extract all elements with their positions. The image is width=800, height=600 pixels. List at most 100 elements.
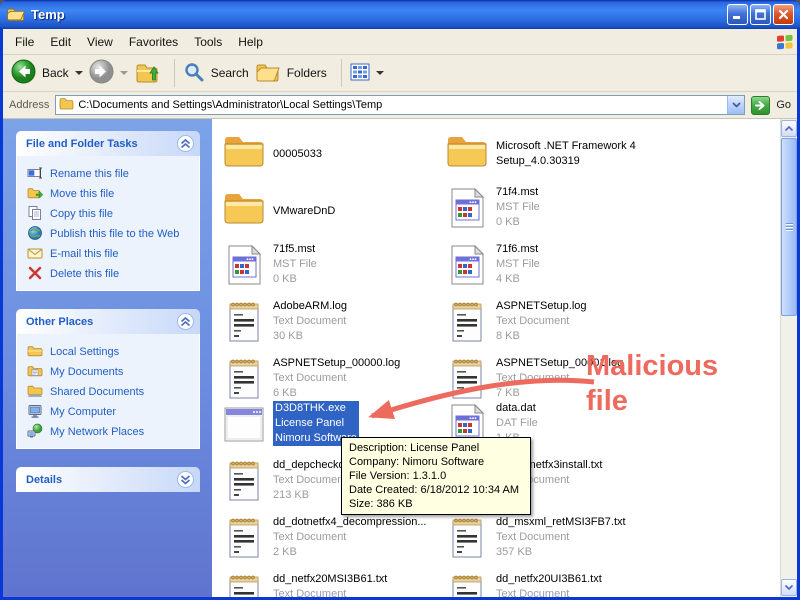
task-link-label: Move this file [50,188,114,200]
task-pane: File and Folder Tasks Rename this file M… [3,119,212,597]
views-button[interactable] [350,62,384,85]
file-type: Text Document [273,371,441,386]
file-size: 4 KB [496,272,664,287]
text-document-icon [221,299,267,345]
window-folder-icon [6,6,26,23]
task-link-delete-this-file[interactable]: Delete this file [27,264,195,284]
panel-header[interactable]: File and Folder Tasks [16,131,200,156]
back-dropdown-icon[interactable] [75,71,83,75]
task-link-label: Publish this file to the Web [50,228,179,240]
file-tile[interactable]: dd_msxml_retMSI3FB7.txtText Document357 … [444,515,666,567]
text-document-icon [444,515,490,561]
task-link-shared-documents[interactable]: Shared Documents [27,382,195,402]
close-button[interactable] [773,4,794,25]
task-link-my-network-places[interactable]: My Network Places [27,422,195,442]
task-link-my-documents[interactable]: My Documents [27,362,195,382]
tooltip-line: File Version: 1.3.1.0 [349,469,523,483]
file-column-right: Microsoft .NET Framework 4 Setup_4.0.303… [444,119,666,597]
file-tile[interactable]: AdobeARM.logText Document30 KB [221,299,443,351]
file-label: AdobeARM.logText Document30 KB [273,299,441,351]
folder-icon [221,128,267,174]
file-info-tooltip: Description: License PanelCompany: Nimor… [341,437,531,515]
file-tile[interactable]: ASPNETSetup.logText Document8 KB [444,299,666,351]
panel-other-places: Other Places Local Settings My Documents… [16,309,200,449]
file-tile[interactable]: 71f5.mstMST File0 KB [221,242,443,294]
my-documents-icon [27,363,43,382]
file-size: 7 KB [496,386,664,401]
email-icon [27,245,43,264]
file-label: dd_msxml_retMSI3FB7.txtText Document357 … [496,515,664,567]
folder-small-icon [27,343,43,362]
file-name: 71f6.mst [496,242,664,257]
search-label: Search [211,66,249,80]
file-size: 8 KB [496,329,664,344]
vertical-scrollbar[interactable] [780,119,797,597]
tooltip-line: Description: License Panel [349,441,523,455]
file-tile[interactable]: 00005033 [221,128,443,180]
file-tile[interactable]: Microsoft .NET Framework 4 Setup_4.0.303… [444,128,666,180]
text-document-icon [444,356,490,402]
task-link-rename-this-file[interactable]: Rename this file [27,164,195,184]
chevron-up-icon[interactable] [177,135,194,152]
folders-button[interactable]: Folders [255,60,327,87]
file-tile[interactable]: dd_netfx20UI3B61.txtText Document [444,572,666,597]
up-button[interactable] [134,59,160,88]
task-link-local-settings[interactable]: Local Settings [27,342,195,362]
chevron-up-icon[interactable] [177,313,194,330]
address-input[interactable]: C:\Documents and Settings\Administrator\… [55,95,745,115]
file-size: 0 KB [273,272,441,287]
menu-item-edit[interactable]: Edit [42,32,79,52]
task-link-publish-this-file-to-the-web[interactable]: Publish this file to the Web [27,224,195,244]
menu-item-help[interactable]: Help [230,32,271,52]
menu-item-file[interactable]: File [7,32,42,52]
forward-dropdown-icon[interactable] [120,71,128,75]
rename-icon [27,165,43,184]
file-tile[interactable]: dd_netfx20MSI3B61.txtText Document [221,572,443,597]
file-tile[interactable]: dd_dotnetfx4_decompression...Text Docume… [221,515,443,567]
menu-item-tools[interactable]: Tools [186,32,230,52]
scroll-up-button[interactable] [781,120,797,137]
toolbar: Back [3,55,797,92]
minimize-button[interactable] [727,4,748,25]
file-label: 71f6.mstMST File4 KB [496,242,664,294]
menu-item-favorites[interactable]: Favorites [121,32,186,52]
windows-logo-icon [775,32,795,52]
forward-icon [89,59,114,87]
task-link-my-computer[interactable]: My Computer [27,402,195,422]
titlebar: Temp [0,0,800,29]
task-link-move-this-file[interactable]: Move this file [27,184,195,204]
views-dropdown-icon[interactable] [376,71,384,75]
content-area: File and Folder Tasks Rename this file M… [3,119,797,597]
window-title: Temp [31,7,65,22]
forward-button[interactable] [89,59,128,87]
explorer-window: Temp FileEditViewFavoritesToolsHelp [0,0,800,600]
text-document-icon [444,572,490,597]
file-tile[interactable]: 71f4.mstMST File0 KB [444,185,666,237]
panel-header[interactable]: Details [16,467,200,492]
file-name: data.dat [496,401,664,416]
maximize-button[interactable] [750,4,771,25]
search-button[interactable]: Search [183,61,249,86]
scroll-down-button[interactable] [781,579,797,596]
go-button[interactable] [751,96,770,115]
file-type: Text Document [273,530,441,545]
file-label: Microsoft .NET Framework 4 Setup_4.0.303… [496,139,664,169]
address-dropdown-button[interactable] [727,96,744,114]
back-button[interactable]: Back [11,59,83,87]
menubar: FileEditViewFavoritesToolsHelp [3,29,797,55]
file-size: 2 KB [273,545,441,560]
panel-body: Rename this file Move this file Copy thi… [16,156,200,291]
scrollbar-thumb[interactable] [781,138,797,316]
file-size: 0 KB [496,215,664,230]
panel-header[interactable]: Other Places [16,309,200,334]
menu-item-view[interactable]: View [79,32,121,52]
file-tile[interactable]: VMwareDnD [221,185,443,237]
task-link-e-mail-this-file[interactable]: E-mail this file [27,244,195,264]
file-size: 6 KB [273,386,441,401]
task-link-copy-this-file[interactable]: Copy this file [27,204,195,224]
file-label: ASPNETSetup.logText Document8 KB [496,299,664,351]
my-computer-icon [27,403,43,422]
views-icon [350,62,370,85]
file-tile[interactable]: 71f6.mstMST File4 KB [444,242,666,294]
chevron-down-icon[interactable] [177,471,194,488]
